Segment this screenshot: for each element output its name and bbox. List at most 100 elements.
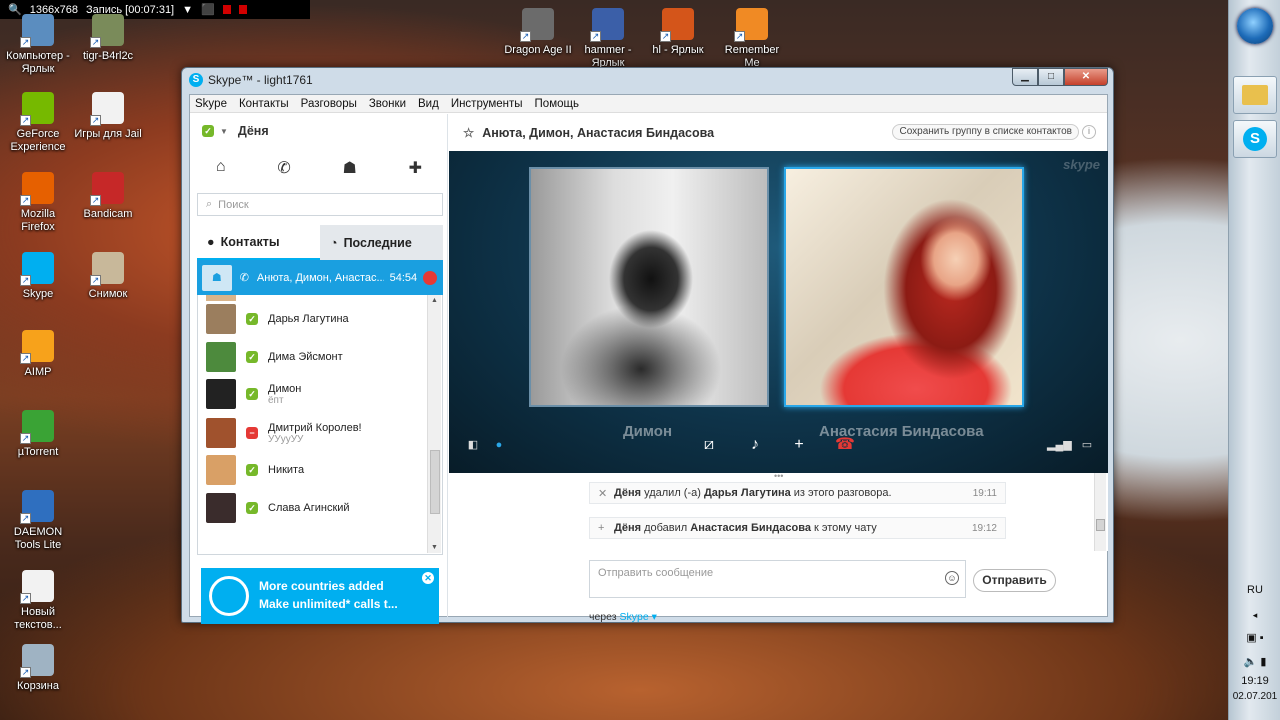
chat-scrollbar[interactable] (1094, 473, 1106, 551)
menu-conversations[interactable]: Разговоры (301, 98, 357, 110)
contact-list-item[interactable]: ✓ Дима Эйсмонт (198, 339, 426, 375)
desktop-icon[interactable]: ↗ Skype (0, 252, 78, 301)
desktop-icon[interactable]: ↗ AIMP (0, 330, 78, 379)
desktop-icon[interactable]: ↗ µTorrent (0, 410, 78, 459)
send-via[interactable]: через Skype ▾ (589, 611, 657, 623)
tray-volume-icon[interactable]: 🔈 ▮ (1229, 655, 1280, 668)
tab-contacts[interactable]: ● Контакты (197, 225, 320, 260)
add-participant-icon[interactable]: + (787, 433, 811, 457)
online-status-icon: ✓ (246, 464, 258, 476)
stop-icon[interactable] (222, 5, 231, 14)
desktop-icon[interactable]: ↗ Компьютер - Ярлык (0, 14, 78, 76)
tray-network-icon[interactable]: ▣ ▪ (1229, 631, 1280, 644)
tab-recent[interactable]: ◔ Последние (320, 225, 443, 260)
system-message: ✕ Дёня удалил (-а) Дарья Лагутина из это… (589, 482, 1006, 504)
shortcut-arrow-icon: ↗ (20, 513, 31, 524)
end-call-icon[interactable] (423, 270, 437, 285)
contact-list-item[interactable]: ✓ Дарья Лагутина (198, 301, 426, 337)
video-call-stage: skype Димон Анастасия Биндасова ◧ ● ⧄ ♪ … (449, 151, 1108, 473)
desktop-icon-label: tigr-B4rl2c (82, 50, 134, 62)
star-icon[interactable]: ☆ (463, 125, 474, 140)
contact-mood: ёпт (268, 394, 284, 406)
menu-contacts[interactable]: Контакты (239, 98, 289, 110)
busy-status-icon: − (246, 427, 258, 439)
desktop-icon[interactable]: ↗ tigr-B4rl2c (68, 14, 148, 63)
desktop-icon[interactable]: ↗ Remember Me (712, 8, 792, 70)
show-panel-icon[interactable]: ◧ (461, 433, 485, 457)
menu-help[interactable]: Помощь (535, 98, 579, 110)
desktop-icon-image: ↗ (520, 8, 554, 42)
promo-banner[interactable]: More countries added Make unlimited* cal… (201, 568, 439, 624)
tray-expand-icon[interactable]: ◂ (1229, 610, 1280, 621)
skype-taskbar-button[interactable]: S (1233, 120, 1277, 158)
send-button[interactable]: Отправить (973, 569, 1056, 592)
close-promo-icon[interactable]: ✕ (422, 572, 434, 584)
desktop-icon-image: ↗ (90, 92, 124, 126)
contact-list-item[interactable]: ✓ Никита (198, 452, 426, 488)
desktop-icon[interactable]: ↗ Bandicam (68, 172, 148, 221)
contact-list-item[interactable]: − Дмитрий Королев! УУууУУ (198, 415, 426, 451)
emoticon-icon[interactable]: ☺ (945, 571, 959, 585)
close-button[interactable]: ✕ (1064, 68, 1108, 86)
contact-list-scrollbar[interactable]: ▲ ▼ (427, 295, 441, 553)
clock-date[interactable]: 02.07.201 (1229, 691, 1280, 702)
desktop-icon[interactable]: ↗ Новый текстов... (0, 570, 78, 632)
desktop-icon[interactable]: ↗ Корзина (0, 644, 78, 693)
video-tile-participant-2[interactable] (784, 167, 1024, 407)
active-call-item[interactable]: ☗ ✆ Анюта, Димон, Анастас... 54:54 (197, 260, 443, 295)
call-phone-icon[interactable]: ✆ (277, 158, 290, 178)
desktop-icon[interactable]: ↗ Игры для Jail (68, 92, 148, 141)
chat-scrollbar-thumb[interactable] (1096, 519, 1105, 531)
menu-skype[interactable]: Skype (195, 98, 227, 110)
clock-time[interactable]: 19:19 (1229, 675, 1280, 687)
profile-status[interactable]: ✓ ▼ Дёня (202, 124, 269, 138)
message-text: удалил (-а) (641, 487, 704, 499)
language-indicator[interactable]: RU (1229, 584, 1280, 596)
hang-up-icon[interactable]: ☎ (833, 433, 857, 457)
create-group-icon[interactable]: ☗ (343, 158, 357, 178)
info-icon[interactable]: i (1082, 125, 1096, 139)
search-input[interactable]: ⌕ Поиск (197, 193, 443, 216)
desktop-icon[interactable]: ↗ Mozilla Firefox (0, 172, 78, 234)
maximize-button[interactable]: □ (1038, 68, 1064, 86)
microphone-icon[interactable]: ♪ (743, 433, 767, 457)
desktop-icon[interactable]: ↗ hl - Ярлык (638, 8, 718, 57)
menu-tools[interactable]: Инструменты (451, 98, 523, 110)
record-icon[interactable] (238, 5, 247, 14)
contact-list-item[interactable]: ✓ Димон ёпт (198, 376, 426, 412)
chat-bubble-icon[interactable]: ● (487, 433, 511, 457)
desktop-icon[interactable]: ↗ DAEMON Tools Lite (0, 490, 78, 552)
video-off-icon[interactable]: ⧄ (697, 433, 721, 457)
message-input[interactable]: Отправить сообщение ☺ (589, 560, 966, 598)
desktop-icon-image: ↗ (20, 410, 54, 444)
desktop-icon-image: ↗ (734, 8, 768, 42)
fullscreen-icon[interactable]: ▭ (1075, 433, 1099, 457)
start-button[interactable] (1237, 8, 1273, 44)
signal-quality-icon[interactable]: ▂▄▆ (1047, 433, 1072, 457)
minimize-button[interactable]: ▁ (1012, 68, 1038, 86)
scroll-down-icon[interactable]: ▼ (431, 544, 438, 551)
save-group-button[interactable]: Сохранить группу в списке контактов (892, 124, 1079, 140)
shortcut-arrow-icon: ↗ (20, 37, 31, 48)
globe-icon (209, 576, 249, 616)
scrollbar-thumb[interactable] (430, 450, 440, 514)
desktop-icon[interactable]: ↗ GeForce Experience (0, 92, 78, 154)
dropdown-icon[interactable]: ▼ (182, 4, 193, 16)
add-contact-icon[interactable]: ✚ (409, 158, 422, 178)
desktop-icon[interactable]: ↗ hammer - Ярлык (568, 8, 648, 70)
title-bar[interactable]: S Skype™ - light1761 ▁ □ ✕ (182, 68, 1113, 92)
online-status-icon: ✓ (246, 351, 258, 363)
menu-calls[interactable]: Звонки (369, 98, 406, 110)
desktop-icon[interactable]: ↗ Dragon Age II (498, 8, 578, 57)
camera-icon[interactable]: ⬛ (201, 3, 215, 16)
contact-list-item[interactable]: ✓ Слава Агинский (198, 490, 426, 526)
menu-bar: Skype Контакты Разговоры Звонки Вид Инст… (190, 95, 1107, 113)
menu-view[interactable]: Вид (418, 98, 439, 110)
desktop-icon-label: Компьютер - Ярлык (6, 50, 70, 75)
scroll-up-icon[interactable]: ▲ (431, 297, 438, 304)
explorer-taskbar-button[interactable] (1233, 76, 1277, 114)
video-tile-participant-1[interactable] (529, 167, 769, 407)
home-icon[interactable]: ⌂ (216, 158, 226, 178)
resize-grip-icon[interactable]: ••• (774, 471, 783, 481)
desktop-icon[interactable]: ↗ Снимок (68, 252, 148, 301)
